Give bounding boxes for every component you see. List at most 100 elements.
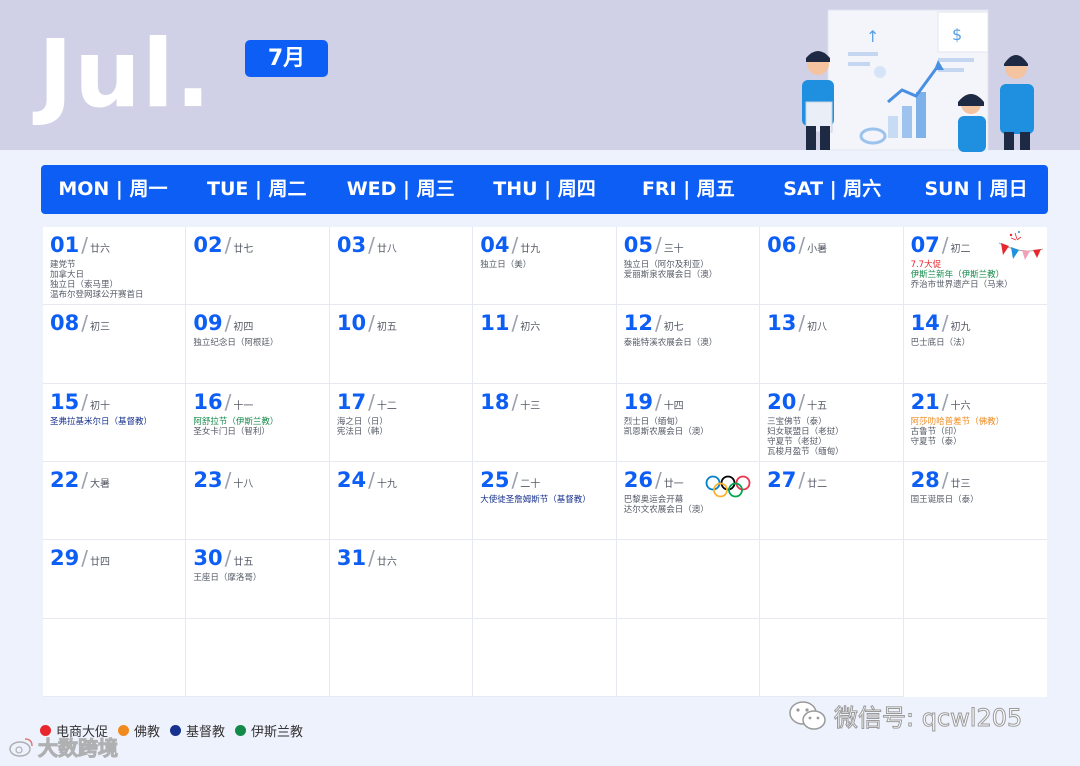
slash-divider: / xyxy=(654,311,662,336)
event-item: 三宝佛节（泰） xyxy=(767,416,827,427)
day-cell-header: 01/廿六 xyxy=(50,233,185,257)
day-cell: 28/廿三 国王诞辰日（泰） xyxy=(903,462,1047,541)
day-number: 05 xyxy=(623,233,653,257)
slash-divider: / xyxy=(798,468,806,492)
slash-divider: / xyxy=(81,233,88,257)
event-item: 温布尔登网球公开赛首日 xyxy=(50,290,144,300)
watermark-right: 微信号: qcwl205 xyxy=(788,698,1023,733)
day-cell-header: 04/廿九 xyxy=(480,233,615,257)
event-item: 圣女卡门日（智利） xyxy=(193,426,270,437)
slash-divider: / xyxy=(941,389,949,414)
empty-day-cell xyxy=(473,540,617,619)
legend-item-christianity: 基督教 xyxy=(170,721,225,740)
slash-divider: / xyxy=(511,389,519,414)
day-cell-header: 05/三十 xyxy=(624,233,759,257)
day-cell-header: 09/初四 xyxy=(193,311,328,335)
slash-divider: / xyxy=(654,389,662,414)
lunar-date: 廿八 xyxy=(376,244,397,255)
slash-divider: / xyxy=(368,389,375,414)
event-item: 瓦梭月盈节（缅甸） xyxy=(767,446,844,457)
dollar-sign: $ xyxy=(952,25,962,44)
day-number: 27 xyxy=(767,468,797,492)
event-item: 守夏节（老挝） xyxy=(767,436,827,447)
lunar-date: 初四 xyxy=(233,322,254,334)
slash-divider: / xyxy=(654,468,662,492)
day-cell-header: 19/十四 xyxy=(624,390,759,414)
day-cell: 03/廿八 xyxy=(329,227,474,306)
day-number: 08 xyxy=(50,311,80,336)
event-item: 王座日（摩洛哥） xyxy=(193,573,262,584)
day-cell-header: 24/十九 xyxy=(337,468,472,492)
day-cell: 08/初三 xyxy=(43,305,187,384)
celebration-bunting-icon xyxy=(998,231,1044,260)
day-cell-header: 13/初八 xyxy=(767,311,902,335)
day-number: 06 xyxy=(767,233,797,257)
day-number: 13 xyxy=(767,311,797,336)
day-cell-header: 17/十二 xyxy=(337,390,472,414)
event-list: 王座日（摩洛哥） xyxy=(193,573,328,583)
day-cell: 10/初五 xyxy=(329,305,474,384)
event-list: 烈士日（缅甸） 凯恩斯农展会日（澳） xyxy=(624,417,759,437)
event-item: 妇女联盟日（老挝） xyxy=(767,426,844,437)
day-cell-header: 30/廿五 xyxy=(193,546,328,570)
event-list: 圣弗拉基米尔日（基督教） xyxy=(50,417,185,427)
event-list: 阿舒拉节（伊斯兰教） 圣女卡门日（智利） xyxy=(193,417,328,437)
day-cell: 26/廿一 巴黎奥运会开幕 达尔文农展会日（澳） xyxy=(616,462,761,541)
day-cell: 21/十六 阿莎叻哈普差节（佛教） 古鲁节（印） 守夏节（泰） xyxy=(903,384,1047,462)
lunar-date: 十九 xyxy=(376,479,397,490)
day-number: 03 xyxy=(336,233,367,257)
day-cell: 05/三十独立日（阿尔及利亚） 爱丽斯泉农展会日（澳） xyxy=(616,227,761,306)
slash-divider: / xyxy=(798,389,806,414)
event-item: 伊斯兰新年（伊斯兰教） xyxy=(910,270,1005,280)
business-people-illustration: ↑ $ xyxy=(802,9,1034,152)
weekday-mon: MON | 周一 xyxy=(58,178,168,200)
lunar-date: 十八 xyxy=(233,479,254,490)
day-number: 19 xyxy=(623,389,653,414)
lunar-date: 初七 xyxy=(663,322,684,334)
event-item: 乔治市世界遗产日（马来） xyxy=(910,280,1013,290)
event-item: 独立日（阿尔及利亚） xyxy=(623,260,709,270)
day-number: 26 xyxy=(623,468,653,492)
event-item: 泰能特溪农展会日（澳） xyxy=(623,338,718,349)
day-cell: 29/廿四 xyxy=(43,540,187,619)
person-right xyxy=(1000,55,1034,150)
day-cell-header: 29/廿四 xyxy=(50,546,185,570)
lunar-date: 十一 xyxy=(233,400,254,412)
slash-divider: / xyxy=(224,311,232,336)
day-number: 21 xyxy=(910,389,940,414)
event-list: 海之日（日） 宪法日（韩） xyxy=(337,417,472,437)
event-item: 海之日（日） xyxy=(336,416,388,427)
slash-divider: / xyxy=(81,389,88,414)
day-cell: 27/廿二 xyxy=(760,462,904,541)
lunar-date: 十六 xyxy=(950,400,971,412)
weekday-header: MON | 周一 TUE | 周二 WED | 周三 THU | 周四 FRI … xyxy=(41,165,1048,214)
event-item: 阿莎叻哈普差节（佛教） xyxy=(910,416,1005,427)
day-number: 17 xyxy=(336,389,367,414)
event-item: 大使徒圣詹姆斯节（基督教） xyxy=(480,495,591,505)
event-item: 古鲁节（印） xyxy=(910,426,962,437)
person-middle xyxy=(958,94,986,152)
day-cell: 11/初六 xyxy=(473,305,617,384)
day-cell-header: 02/廿七 xyxy=(193,233,328,257)
event-list: 独立日（美） xyxy=(480,260,615,270)
day-number: 10 xyxy=(336,311,367,336)
day-number: 14 xyxy=(910,311,940,336)
day-number: 09 xyxy=(193,311,223,336)
watermark-right-text: 微信号: qcwl205 xyxy=(833,704,1023,733)
event-list: 独立日（阿尔及利亚） 爱丽斯泉农展会日（澳） xyxy=(624,260,759,280)
event-item: 国王诞辰日（泰） xyxy=(910,495,979,505)
day-cell: 24/十九 xyxy=(329,462,474,541)
lunar-date: 初五 xyxy=(376,322,397,334)
day-cell: 15/初十 圣弗拉基米尔日（基督教） xyxy=(43,383,187,462)
day-cell: 01/廿六 建党节 加拿大日 独立日（索马里） 温布尔登网球公开赛首日 xyxy=(43,227,187,306)
empty-day-cell xyxy=(903,540,1047,619)
day-cell: 20/十五 三宝佛节（泰） 妇女联盟日（老挝） 守夏节（老挝） 瓦梭月盈节（缅甸） xyxy=(760,383,904,462)
legend-dot xyxy=(170,725,182,736)
empty-day-cell xyxy=(760,618,904,697)
event-item: 圣弗拉基米尔日（基督教） xyxy=(50,416,153,427)
weekday-sun: SUN | 周日 xyxy=(924,178,1028,200)
day-cell-header: 08/初三 xyxy=(50,311,185,335)
slash-divider: / xyxy=(368,311,375,336)
slash-divider: / xyxy=(224,468,232,492)
legend-dot xyxy=(118,725,130,736)
